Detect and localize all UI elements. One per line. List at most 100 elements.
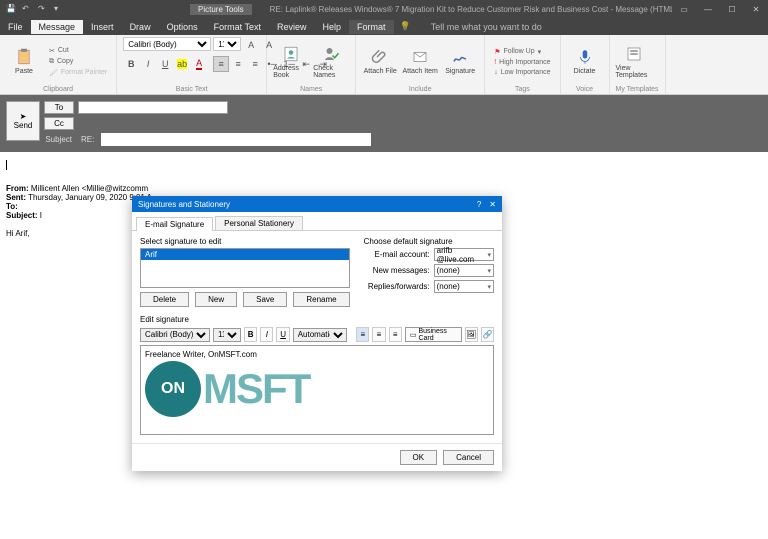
signature-button[interactable]: Signature — [442, 40, 478, 84]
picture-icon: 🖼 — [466, 330, 476, 339]
low-importance-button[interactable]: ↓Low Importance — [491, 68, 553, 77]
replies-forwards-combo[interactable]: (none) — [434, 280, 494, 293]
sig-align-left-button[interactable]: ≡ — [356, 327, 369, 342]
body-subject-value: I — [40, 211, 42, 220]
save-icon[interactable]: 💾 — [6, 4, 16, 14]
title-bar: 💾 ↶ ↷ ▾ Picture Tools RE: Laplink® Relea… — [0, 0, 768, 18]
paste-button[interactable]: Paste — [6, 40, 42, 84]
context-tab-picture-tools: Picture Tools — [190, 4, 252, 15]
tab-email-signature[interactable]: E-mail Signature — [136, 217, 213, 231]
rename-button[interactable]: Rename — [293, 292, 349, 307]
sent-label: Sent: — [6, 193, 26, 202]
logo-on-badge: ON — [145, 361, 201, 417]
sig-size-select[interactable]: 11 — [213, 328, 241, 342]
check-names-icon — [322, 45, 340, 63]
signature-text: Freelance Writer, OnMSFT.com — [145, 350, 489, 359]
cut-button[interactable]: ✂Cut — [46, 46, 110, 56]
sig-color-select[interactable]: Automatic — [293, 328, 347, 342]
check-names-button[interactable]: Check Names — [313, 40, 349, 84]
group-include: Attach File Attach Item Signature Includ… — [356, 35, 485, 94]
ribbon-options-icon[interactable]: ▭ — [672, 5, 696, 14]
undo-icon[interactable]: ↶ — [22, 4, 32, 14]
insert-hyperlink-button[interactable]: 🔗 — [481, 327, 494, 342]
align-left-button[interactable]: ≡ — [213, 56, 229, 72]
dictate-label: Dictate — [574, 68, 596, 75]
cancel-button[interactable]: Cancel — [443, 450, 494, 465]
align-right-button[interactable]: ≡ — [247, 56, 263, 72]
check-names-label: Check Names — [313, 65, 349, 79]
underline-button[interactable]: U — [157, 56, 173, 72]
ribbon-tabs: File Message Insert Draw Options Format … — [0, 18, 768, 35]
sig-bold-button[interactable]: B — [244, 327, 257, 342]
sig-underline-button[interactable]: U — [276, 327, 289, 342]
sig-italic-button[interactable]: I — [260, 327, 273, 342]
tab-format-text[interactable]: Format Text — [206, 20, 269, 34]
address-book-button[interactable]: Address Book — [273, 40, 309, 84]
new-messages-combo[interactable]: (none) — [434, 264, 494, 277]
paste-label: Paste — [15, 68, 33, 75]
insert-picture-button[interactable]: 🖼 — [465, 327, 478, 342]
group-templates: View Templates My Templates — [610, 35, 666, 94]
tab-draw[interactable]: Draw — [122, 20, 159, 34]
email-account-combo[interactable]: arifb @live.com — [434, 248, 494, 261]
bold-button[interactable]: B — [123, 56, 139, 72]
ok-button[interactable]: OK — [400, 450, 438, 465]
select-signature-label: Select signature to edit — [140, 237, 350, 246]
maximize-icon[interactable]: ☐ — [720, 5, 744, 14]
signature-icon — [451, 48, 469, 66]
font-family-select[interactable]: Calibri (Body) — [123, 37, 211, 51]
view-templates-button[interactable]: View Templates — [616, 40, 652, 84]
signature-list-item[interactable]: Arif — [141, 249, 349, 260]
tab-review[interactable]: Review — [269, 20, 315, 34]
copy-button[interactable]: ⧉Copy — [46, 57, 110, 67]
align-center-button[interactable]: ≡ — [230, 56, 246, 72]
tell-me-search[interactable]: Tell me what you want to do — [431, 22, 542, 32]
highlight-button[interactable]: ab — [174, 56, 190, 72]
signature-list[interactable]: Arif — [140, 248, 350, 288]
font-size-select[interactable]: 11 — [213, 37, 241, 51]
tab-insert[interactable]: Insert — [83, 20, 122, 34]
save-button[interactable]: Save — [243, 292, 287, 307]
high-importance-icon: ! — [494, 59, 496, 66]
sig-align-right-button[interactable]: ≡ — [389, 327, 402, 342]
font-color-button[interactable]: A — [191, 56, 207, 72]
send-icon: ➤ — [20, 112, 27, 121]
copy-icon: ⧉ — [49, 58, 54, 66]
dialog-title-text: Signatures and Stationery — [138, 200, 230, 209]
tab-help[interactable]: Help — [314, 20, 349, 34]
group-label-clipboard: Clipboard — [6, 86, 110, 93]
subject-label: Subject — [44, 135, 74, 144]
tab-message[interactable]: Message — [31, 20, 84, 34]
subject-field[interactable] — [101, 133, 371, 146]
redo-icon[interactable]: ↷ — [38, 4, 48, 14]
view-templates-label: View Templates — [616, 65, 652, 79]
tab-file[interactable]: File — [0, 20, 31, 34]
attach-file-button[interactable]: Attach File — [362, 40, 398, 84]
delete-button[interactable]: Delete — [140, 292, 189, 307]
close-icon[interactable]: ✕ — [744, 5, 768, 14]
tab-options[interactable]: Options — [159, 20, 206, 34]
tab-format[interactable]: Format — [349, 20, 394, 34]
dictate-button[interactable]: Dictate — [567, 40, 603, 84]
new-button[interactable]: New — [195, 292, 237, 307]
qat-dropdown-icon[interactable]: ▾ — [54, 4, 64, 14]
minimize-icon[interactable]: — — [696, 5, 720, 14]
follow-up-button[interactable]: ⚑Follow Up ▾ — [491, 47, 553, 57]
group-basic-text: Calibri (Body) 11 A A B I U ab A ≡ ≡ ≡ •… — [117, 35, 267, 94]
italic-button[interactable]: I — [140, 56, 156, 72]
business-card-button[interactable]: ▭ Business Card — [405, 327, 462, 342]
high-importance-button[interactable]: !High Importance — [491, 58, 553, 67]
business-card-icon: ▭ — [410, 331, 417, 339]
to-button[interactable]: To — [44, 101, 74, 114]
send-button[interactable]: ➤ Send — [6, 101, 40, 141]
sig-font-select[interactable]: Calibri (Body) — [140, 328, 210, 342]
tab-personal-stationery[interactable]: Personal Stationery — [215, 216, 303, 230]
dialog-close-icon[interactable]: ✕ — [489, 200, 496, 209]
dialog-help-icon[interactable]: ? — [477, 200, 481, 209]
signature-editor[interactable]: Freelance Writer, OnMSFT.com ON MSFT — [140, 345, 494, 435]
sig-align-center-button[interactable]: ≡ — [372, 327, 385, 342]
to-field[interactable] — [78, 101, 228, 114]
cc-button[interactable]: Cc — [44, 117, 74, 130]
grow-font-button[interactable]: A — [243, 37, 259, 53]
attach-item-button[interactable]: Attach Item — [402, 40, 438, 84]
